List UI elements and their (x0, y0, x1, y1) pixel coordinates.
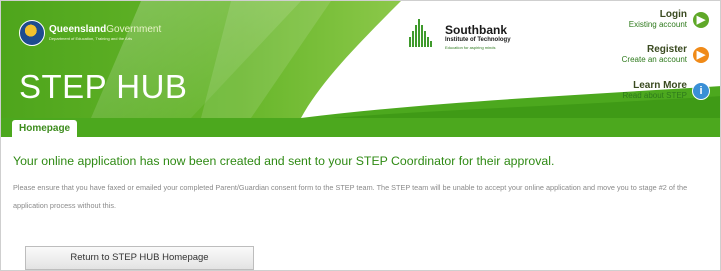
register-link[interactable]: Register Create an account ▶ (622, 45, 710, 64)
southbank-name: Southbank (445, 23, 507, 37)
main-content: Your online application has now been cre… (1, 137, 720, 270)
confirmation-headline: Your online application has now been cre… (13, 154, 555, 168)
southbank-mark-icon (409, 19, 436, 55)
qld-crest-icon (19, 20, 45, 46)
login-sublabel: Existing account (628, 20, 687, 29)
page: QueenslandGovernment Department of Educa… (0, 0, 721, 271)
login-link[interactable]: Login Existing account ▶ (629, 10, 710, 29)
queensland-government-logo: QueenslandGovernment Department of Educa… (19, 20, 161, 46)
register-sublabel: Create an account (621, 55, 687, 64)
site-header: QueenslandGovernment Department of Educa… (1, 1, 720, 118)
login-label: Login (659, 9, 687, 20)
consent-instructions: Please ensure that you have faxed or ema… (13, 183, 688, 210)
learn-more-label: Learn More (633, 80, 687, 91)
nav-tab-bar: Homepage (1, 118, 720, 137)
tab-homepage[interactable]: Homepage (12, 120, 78, 137)
qld-logo-subtitle: Department of Education, Training and th… (49, 36, 133, 41)
southbank-tagline: Education for aspiring minds (445, 45, 496, 50)
arrow-right-icon[interactable]: ▶ (692, 45, 710, 64)
register-label: Register (646, 44, 687, 55)
return-home-button[interactable]: Return to STEP HUB Homepage (25, 246, 254, 270)
page-title: STEP HUB (19, 68, 188, 105)
southbank-logo: Southbank Institute of Technology Educat… (409, 19, 511, 55)
arrow-right-icon[interactable]: ▶ (692, 10, 710, 29)
info-icon[interactable]: i (692, 81, 710, 100)
southbank-institute: Institute of Technology (445, 37, 511, 43)
qld-logo-name: QueenslandGovernment (49, 24, 162, 35)
learn-more-sublabel: Read about STEP (622, 91, 687, 100)
learn-more-link[interactable]: Learn More Read about STEP i (623, 81, 710, 100)
